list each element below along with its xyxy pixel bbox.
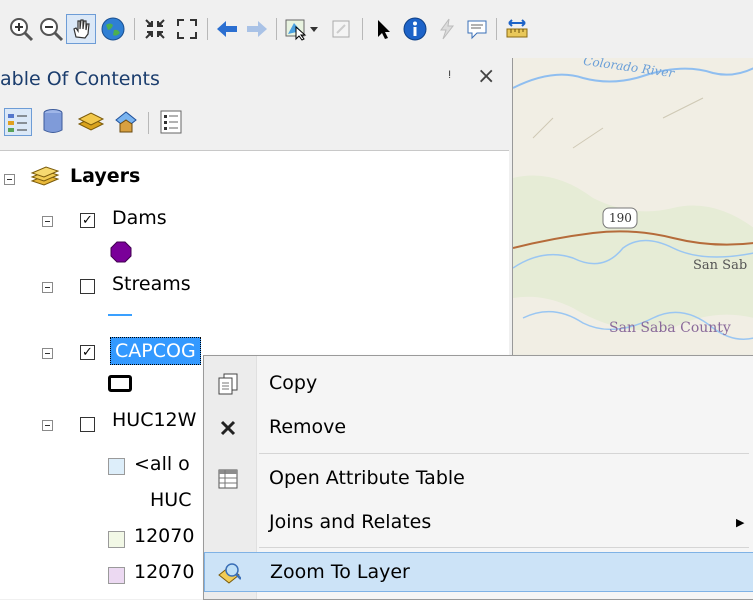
- menu-separator: [259, 547, 749, 548]
- dams-octagon-symbol: [110, 241, 132, 267]
- collapse-toggle[interactable]: [4, 174, 15, 185]
- toolbar-separator: [496, 18, 497, 40]
- remove-icon: [216, 416, 240, 440]
- menu-separator: [259, 453, 749, 454]
- highway-shield-label: 190: [609, 211, 632, 225]
- close-icon[interactable]: ×: [477, 64, 495, 89]
- copy-icon: [216, 372, 240, 396]
- forward-arrow-icon[interactable]: [242, 14, 272, 44]
- fixed-zoom-in-icon[interactable]: [140, 14, 170, 44]
- menu-label-remove: Remove: [269, 416, 347, 438]
- options-icon[interactable]: [158, 108, 184, 140]
- measure-icon[interactable]: [502, 14, 532, 44]
- list-by-drawing-order-icon[interactable]: [4, 108, 32, 136]
- toolbar: [0, 0, 753, 59]
- menu-item-open-attribute-table[interactable]: Open Attribute Table: [204, 459, 753, 499]
- context-menu: Copy Remove Open Attribute Table Joins a…: [203, 355, 753, 600]
- full-extent-globe-icon[interactable]: [98, 14, 128, 44]
- collapse-toggle[interactable]: [42, 282, 53, 293]
- layer-name-dams[interactable]: Dams: [112, 207, 167, 229]
- streams-line-symbol: [108, 314, 132, 316]
- dropdown-arrow-icon[interactable]: [306, 14, 322, 44]
- toolbar-separator: [276, 18, 277, 40]
- pin-icon[interactable]: ᵎ: [448, 66, 451, 87]
- town-label: San Sab: [693, 258, 748, 273]
- layer-name-huc12w[interactable]: HUC12W: [112, 409, 196, 431]
- collapse-toggle[interactable]: [42, 216, 53, 227]
- hyperlink-lightning-icon[interactable]: [432, 14, 462, 44]
- menu-item-remove[interactable]: Remove: [204, 408, 753, 448]
- menu-label-copy: Copy: [269, 372, 318, 394]
- zoom-out-icon[interactable]: [36, 14, 66, 44]
- identify-info-icon[interactable]: [400, 14, 430, 44]
- legend-swatch: [108, 567, 125, 584]
- toolbar-separator: [207, 18, 208, 40]
- menu-label-zoom-to-layer: Zoom To Layer: [270, 561, 410, 583]
- legend-label: 12070: [134, 561, 195, 583]
- pan-hand-icon[interactable]: [66, 14, 96, 44]
- layers-stack-icon: [30, 165, 60, 193]
- legend-label: 12070: [134, 525, 195, 547]
- list-by-source-icon[interactable]: [40, 108, 66, 140]
- county-label: San Saba County: [609, 320, 731, 336]
- menu-item-zoom-to-layer[interactable]: Zoom To Layer: [204, 552, 753, 592]
- menu-item-copy[interactable]: Copy: [204, 364, 753, 404]
- capcog-visibility-checkbox[interactable]: ✓: [80, 345, 95, 360]
- legend-label: <all o: [134, 453, 190, 475]
- capcog-polygon-symbol: [108, 375, 132, 392]
- legend-label: HUC: [150, 489, 192, 511]
- toolbar-separator: [362, 18, 363, 40]
- clear-selection-icon[interactable]: [326, 14, 356, 44]
- list-by-selection-icon[interactable]: [112, 108, 140, 140]
- menu-item-joins-and-relates[interactable]: Joins and Relates ▶: [204, 503, 753, 543]
- menu-label-joins-and-relates: Joins and Relates: [269, 511, 432, 533]
- collapse-toggle[interactable]: [42, 348, 53, 359]
- attribute-table-icon: [216, 467, 240, 491]
- dams-visibility-checkbox[interactable]: ✓: [80, 213, 95, 228]
- layer-name-streams[interactable]: Streams: [112, 273, 191, 295]
- streams-visibility-checkbox[interactable]: [80, 279, 95, 294]
- back-arrow-icon[interactable]: [212, 14, 242, 44]
- list-by-visibility-icon[interactable]: [76, 108, 106, 140]
- menu-label-open-attribute-table: Open Attribute Table: [269, 467, 465, 489]
- fixed-zoom-out-icon[interactable]: [172, 14, 202, 44]
- html-popup-icon[interactable]: [462, 14, 492, 44]
- legend-swatch: [108, 458, 125, 475]
- zoom-to-layer-icon: [217, 561, 241, 585]
- toc-toolbar: [0, 98, 512, 148]
- huc12w-visibility-checkbox[interactable]: [80, 417, 95, 432]
- toc-title-bar: able Of Contents ᵎ ×: [0, 58, 512, 98]
- layers-root-label[interactable]: Layers: [70, 165, 140, 187]
- select-elements-arrow-icon[interactable]: [368, 14, 398, 44]
- toolbar-separator: [148, 112, 149, 134]
- toolbar-separator: [134, 18, 135, 40]
- collapse-toggle[interactable]: [42, 420, 53, 431]
- legend-swatch: [108, 531, 125, 548]
- layer-name-capcog-selected[interactable]: CAPCOG: [110, 337, 201, 365]
- toc-title: able Of Contents: [0, 68, 160, 90]
- zoom-in-icon[interactable]: [6, 14, 36, 44]
- submenu-arrow-icon: ▶: [736, 516, 745, 529]
